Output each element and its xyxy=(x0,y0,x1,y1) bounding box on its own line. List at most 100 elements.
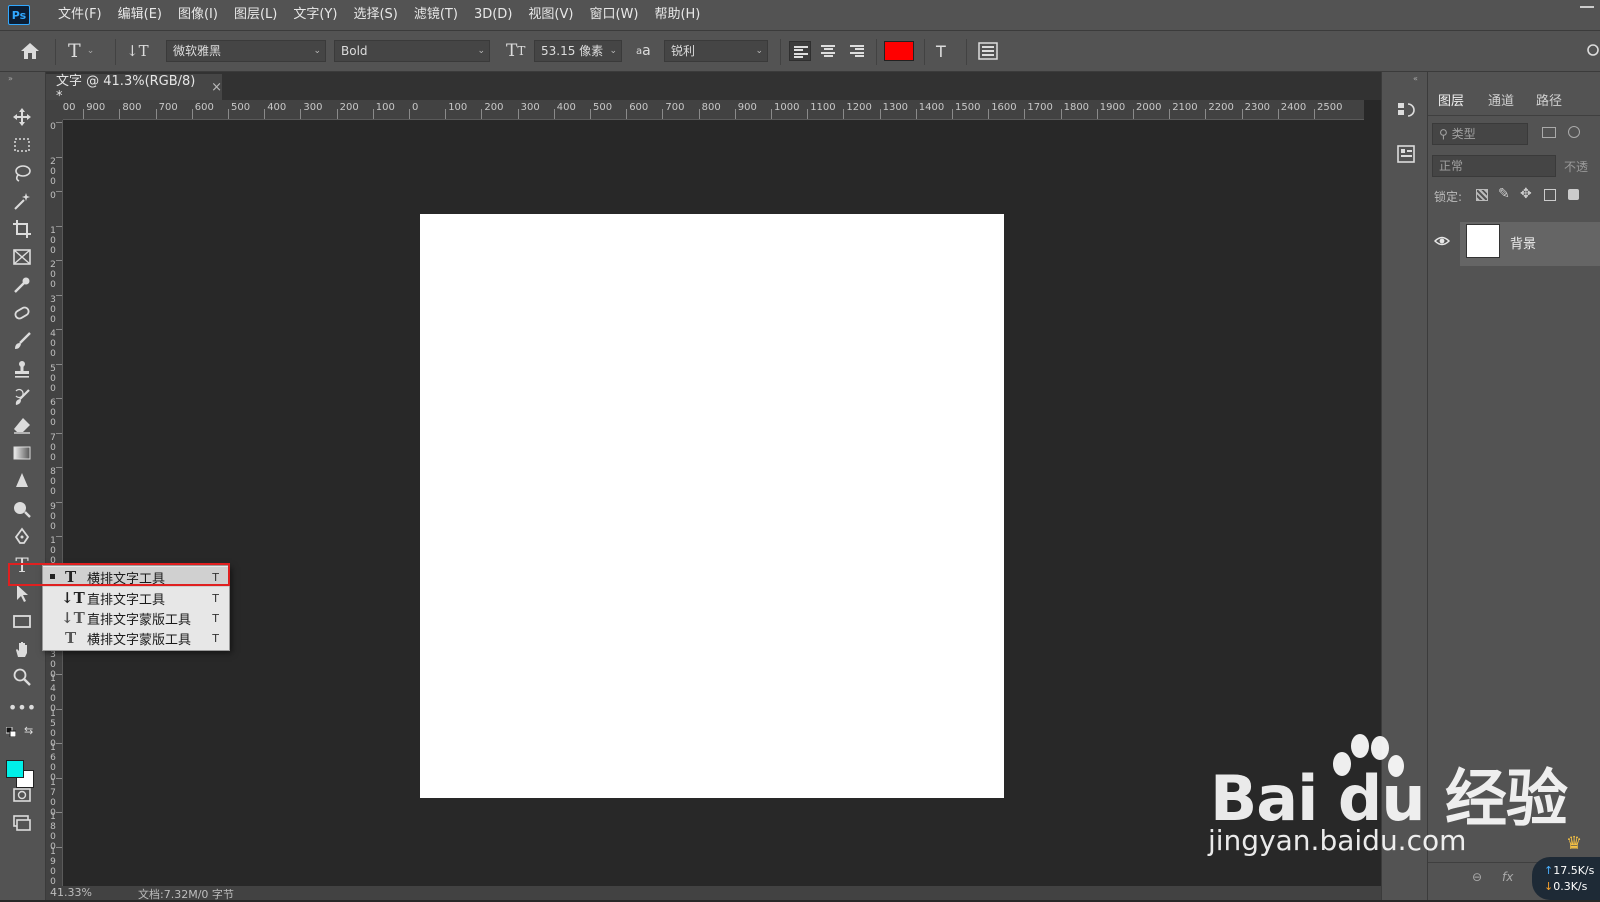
frame-tool-icon[interactable] xyxy=(9,244,35,270)
eye-icon[interactable] xyxy=(1433,233,1451,249)
ruler-h-tick xyxy=(698,109,700,119)
text-color-swatch[interactable] xyxy=(884,41,914,61)
menu-view[interactable]: 视图(V) xyxy=(520,0,581,30)
clone-stamp-tool-icon[interactable] xyxy=(9,356,35,382)
menu-select[interactable]: 选择(S) xyxy=(345,0,405,30)
menu-items: 文件(F) 编辑(E) 图像(I) 图层(L) 文字(Y) 选择(S) 滤镜(T… xyxy=(50,0,708,30)
antialias-icon: aa xyxy=(636,43,651,59)
ruler-h-label: 1900 xyxy=(1099,102,1126,113)
collapse-panels-icon[interactable]: « xyxy=(1413,74,1418,83)
ruler-h-label: 1100 xyxy=(810,102,836,113)
download-speed: 0.3K/s xyxy=(1553,880,1588,893)
ruler-h-tick xyxy=(1096,109,1098,119)
search-icon[interactable] xyxy=(1584,31,1600,71)
close-tab-icon[interactable]: × xyxy=(211,80,222,95)
ruler-h-tick xyxy=(336,109,338,119)
warp-text-icon[interactable]: ꓔ xyxy=(936,31,946,71)
screen-mode-icon[interactable] xyxy=(9,810,35,836)
character-panel-icon[interactable] xyxy=(978,31,998,71)
lock-transparent-icon[interactable] xyxy=(1476,189,1488,201)
dodge-tool-icon[interactable] xyxy=(9,496,35,522)
lock-artboard-icon[interactable] xyxy=(1544,189,1556,201)
align-left-button[interactable] xyxy=(789,41,811,61)
move-tool-icon[interactable] xyxy=(9,104,35,130)
brush-tool-icon[interactable] xyxy=(9,328,35,354)
menu-filter[interactable]: 滤镜(T) xyxy=(406,0,466,30)
ruler-h-label: 900 xyxy=(86,102,106,113)
fx-icon[interactable]: fx xyxy=(1502,870,1513,884)
filter-adjustment-icon[interactable] xyxy=(1568,126,1580,138)
type-tool-preset-icon[interactable]: T ⌄ xyxy=(68,31,94,71)
flyout-item-vertical-type[interactable]: ↓T 直排文字工具 T xyxy=(43,588,229,608)
foreground-color-swatch[interactable] xyxy=(6,760,24,778)
history-panel-icon[interactable] xyxy=(1396,100,1416,123)
horizontal-type-mask-icon: T xyxy=(65,629,77,647)
tab-layers[interactable]: 图层 xyxy=(1438,90,1464,114)
lock-brush-icon[interactable]: ✎ xyxy=(1498,186,1510,202)
blend-mode-select[interactable]: 正常 xyxy=(1432,155,1556,177)
tab-channels[interactable]: 通道 xyxy=(1488,90,1514,114)
ruler-h-label: 1600 xyxy=(991,102,1017,113)
font-family-select[interactable]: 微软雅黑 ⌄ xyxy=(166,40,326,62)
flyout-item-vertical-type-mask[interactable]: ↓T 直排文字蒙版工具 T xyxy=(43,608,229,628)
lock-label: 锁定: xyxy=(1434,190,1463,204)
menu-image[interactable]: 图像(I) xyxy=(170,0,226,30)
menu-window[interactable]: 窗口(W) xyxy=(581,0,646,30)
lasso-tool-icon[interactable] xyxy=(9,160,35,186)
layer-name[interactable]: 背景 xyxy=(1510,233,1536,252)
align-right-button[interactable] xyxy=(846,41,868,61)
ruler-h-tick xyxy=(626,109,628,119)
document-tab-title: 文字 @ 41.3%(RGB/8) * xyxy=(56,74,196,104)
menu-edit[interactable]: 编辑(E) xyxy=(110,0,170,30)
menu-help[interactable]: 帮助(H) xyxy=(646,0,708,30)
layer-filter-select[interactable]: ⚲ 类型 xyxy=(1432,123,1528,145)
gradient-tool-icon[interactable] xyxy=(9,440,35,466)
pen-tool-icon[interactable] xyxy=(9,524,35,550)
eraser-tool-icon[interactable] xyxy=(9,412,35,438)
zoom-tool-icon[interactable] xyxy=(9,664,35,690)
font-size-select[interactable]: 53.15 像素 ⌄ xyxy=(534,40,622,62)
crop-tool-icon[interactable] xyxy=(9,216,35,242)
document-tab[interactable]: 文字 @ 41.3%(RGB/8) * × xyxy=(46,74,222,104)
ruler-h-tick xyxy=(119,109,121,119)
ruler-h-tick xyxy=(372,109,374,119)
zoom-readout[interactable]: 41.33% xyxy=(50,886,92,899)
properties-panel-icon[interactable] xyxy=(1396,144,1416,167)
link-layers-icon[interactable]: ⊖ xyxy=(1472,870,1482,884)
align-center-button[interactable] xyxy=(817,41,839,61)
font-style-select[interactable]: Bold ⌄ xyxy=(334,40,490,62)
default-colors-icon[interactable] xyxy=(5,726,17,738)
flyout-item-horizontal-type-mask[interactable]: T 横排文字蒙版工具 T xyxy=(43,628,229,648)
home-icon[interactable] xyxy=(20,31,40,71)
menu-file[interactable]: 文件(F) xyxy=(50,0,110,30)
ruler-v-tick xyxy=(56,743,62,744)
filter-pixel-icon[interactable] xyxy=(1542,127,1556,138)
swap-colors-icon[interactable]: ⇆ xyxy=(24,724,33,737)
layer-thumbnail[interactable] xyxy=(1466,224,1500,258)
minimize-icon[interactable] xyxy=(1580,6,1594,8)
magic-wand-tool-icon[interactable] xyxy=(9,188,35,214)
toggle-orientation-icon[interactable]: ↓T xyxy=(126,31,149,71)
hand-tool-icon[interactable] xyxy=(9,636,35,662)
document-canvas[interactable] xyxy=(420,214,1004,798)
ruler-h-tick xyxy=(662,109,664,119)
more-tools-icon[interactable]: ••• xyxy=(8,694,36,720)
lock-position-icon[interactable]: ✥ xyxy=(1520,186,1532,202)
menu-3d[interactable]: 3D(D) xyxy=(466,0,520,30)
menu-type[interactable]: 文字(Y) xyxy=(285,0,345,30)
blur-tool-icon[interactable] xyxy=(9,468,35,494)
healing-brush-tool-icon[interactable] xyxy=(9,300,35,326)
menu-layer[interactable]: 图层(L) xyxy=(226,0,285,30)
ruler-v-tick xyxy=(56,329,62,330)
history-brush-tool-icon[interactable] xyxy=(9,384,35,410)
tab-paths[interactable]: 路径 xyxy=(1536,90,1562,114)
collapse-toolbar-icon[interactable]: » xyxy=(8,74,13,83)
eyedropper-tool-icon[interactable] xyxy=(9,272,35,298)
rectangle-tool-icon[interactable] xyxy=(9,608,35,634)
ruler-h-tick xyxy=(155,109,157,119)
ruler-h-label: 2200 xyxy=(1208,102,1234,113)
lock-all-icon[interactable] xyxy=(1568,189,1579,200)
marquee-tool-icon[interactable] xyxy=(9,132,35,158)
ruler-h-label: 0 xyxy=(412,102,419,113)
antialias-select[interactable]: 锐利 ⌄ xyxy=(664,40,768,62)
